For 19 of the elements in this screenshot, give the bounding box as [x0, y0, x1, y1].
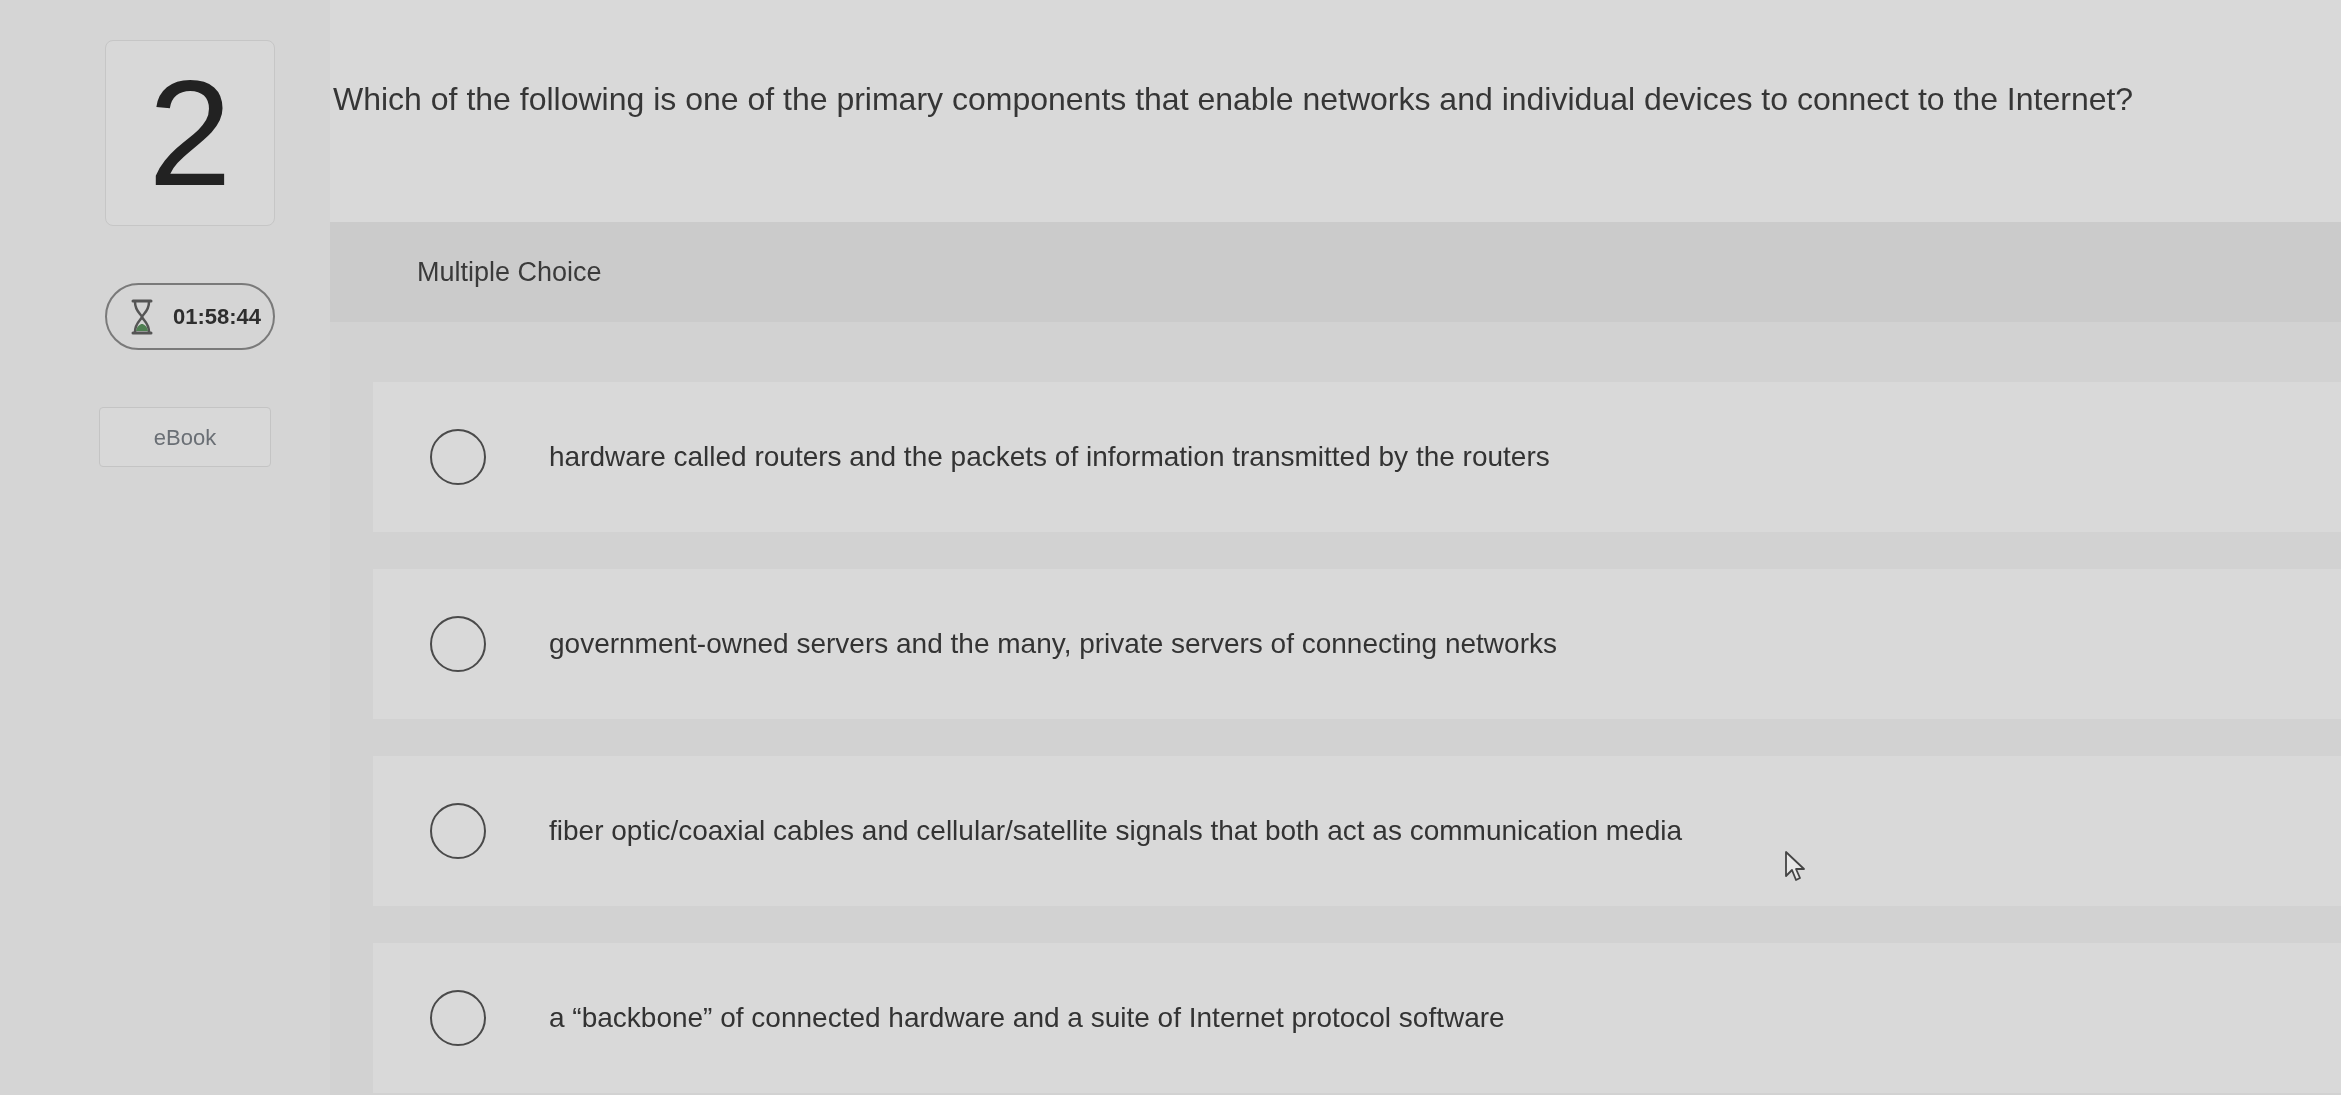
option-text: fiber optic/coaxial cables and cellular/satellite signals that both act as communication media — [549, 814, 1683, 848]
question-number: 2 — [105, 40, 275, 226]
answer-option[interactable]: a “backbone” of connected hardware and a suite of Internet protocol software — [373, 943, 2341, 1093]
answer-option[interactable]: hardware called routers and the packets of information transmitted by the routers — [373, 382, 2341, 532]
ebook-button[interactable]: eBook — [99, 407, 271, 467]
option-text: a “backbone” of connected hardware and a suite of Internet protocol software — [549, 1001, 1505, 1035]
option-text: hardware called routers and the packets of information transmitted by the routers — [549, 440, 1550, 474]
radio-button[interactable] — [430, 990, 486, 1046]
question-text: Which of the following is one of the primary components that enable networks and individual devices to connect to the Internet? — [333, 80, 2134, 118]
timer-text: 01:58:44 — [173, 303, 262, 331]
hourglass-icon — [131, 298, 153, 335]
pointer-cursor-icon — [1784, 850, 1808, 882]
radio-button[interactable] — [430, 429, 486, 485]
option-text: government-owned servers and the many, private servers of connecting networks — [549, 627, 1557, 661]
radio-button[interactable] — [430, 803, 486, 859]
answer-option[interactable]: fiber optic/coaxial cables and cellular/satellite signals that both act as communication media — [373, 756, 2341, 906]
answer-option[interactable]: government-owned servers and the many, private servers of connecting networks — [373, 569, 2341, 719]
question-type-label: Multiple Choice — [417, 255, 602, 289]
radio-button[interactable] — [430, 616, 486, 672]
